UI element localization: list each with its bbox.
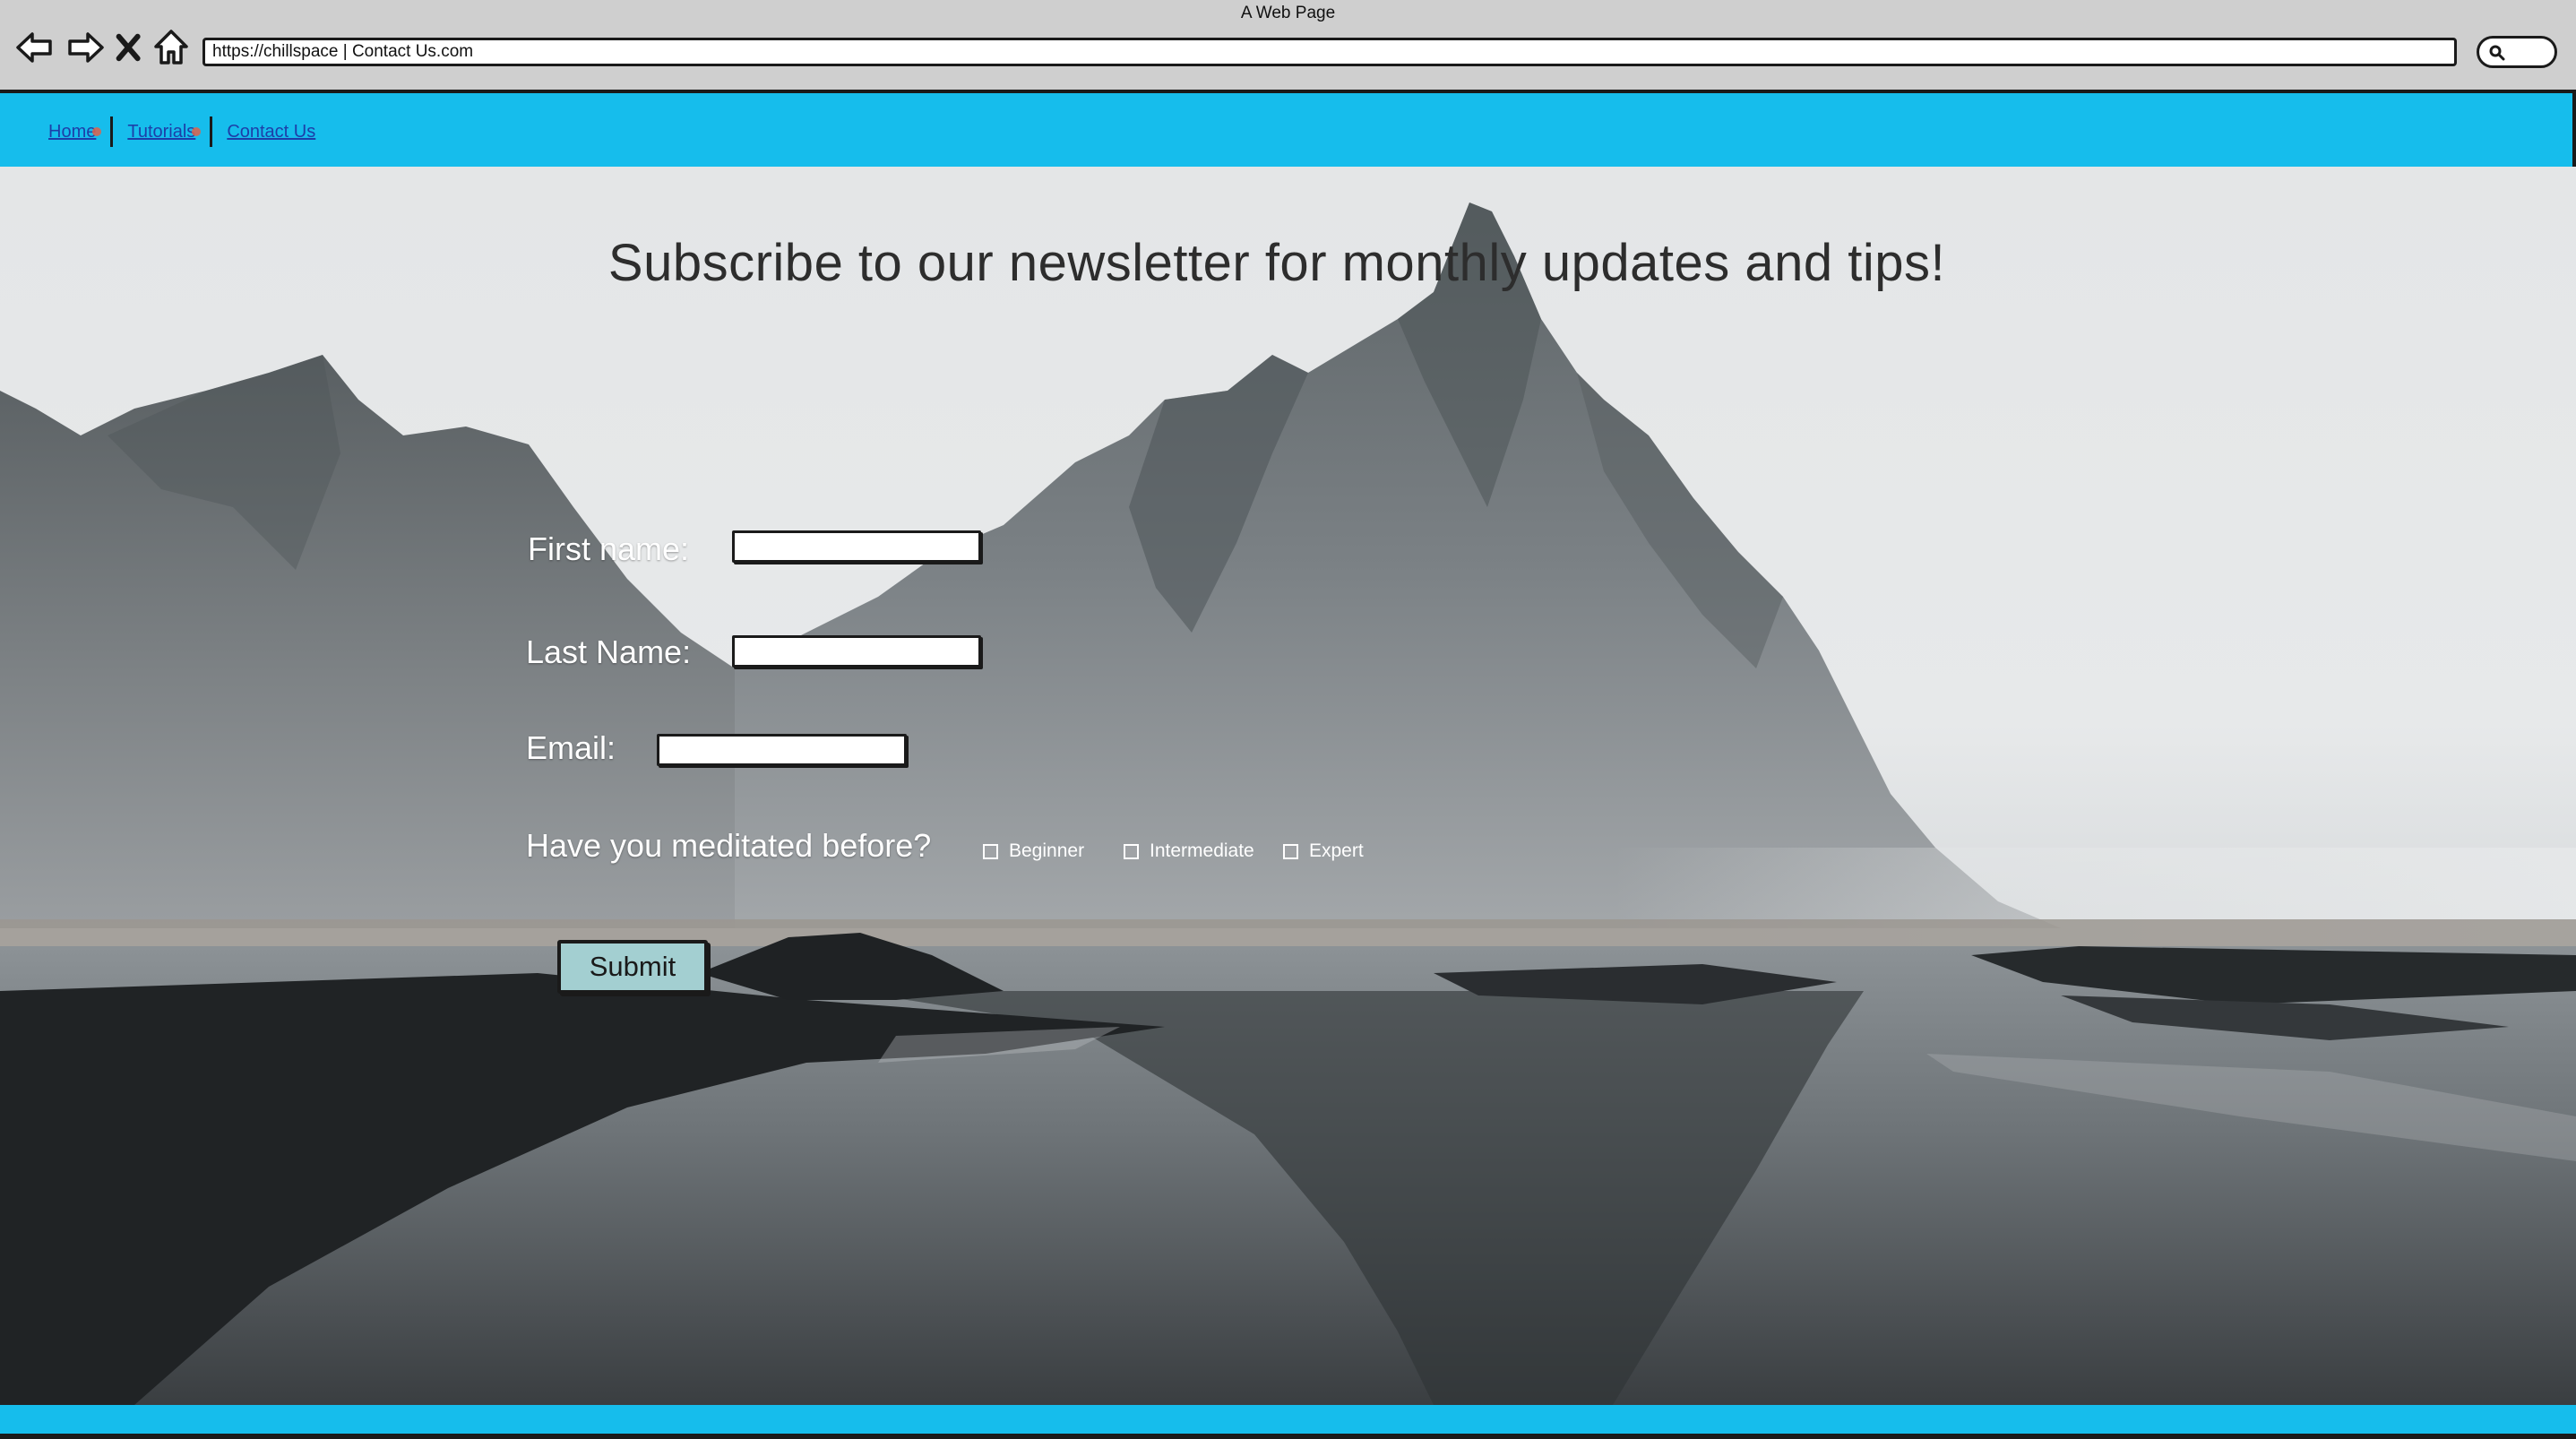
address-bar[interactable]: https://chillspace | Contact Us.com (202, 38, 2457, 66)
browser-search-box[interactable] (2477, 36, 2557, 68)
back-arrow-icon[interactable] (14, 27, 56, 68)
first-name-label: First name: (528, 530, 690, 567)
expert-label: Expert (1309, 840, 1364, 861)
meditation-question: Have you meditated before? (526, 827, 932, 864)
email-label: Email: (526, 729, 616, 766)
site-footer-bar (0, 1405, 2576, 1439)
home-icon[interactable] (151, 27, 192, 68)
intermediate-label: Intermediate (1150, 840, 1254, 861)
page-headline: Subscribe to our newsletter for monthly … (607, 234, 1946, 292)
cursor-dot-icon (192, 126, 202, 136)
checkbox-icon[interactable] (1283, 843, 1298, 859)
nav-divider (110, 116, 114, 147)
window-title: A Web Page (1240, 4, 1336, 22)
site-nav-bar: Home Tutorials Contact Us (0, 93, 2576, 167)
intermediate-checkbox[interactable]: Intermediate (1124, 840, 1254, 862)
checkbox-icon[interactable] (983, 843, 998, 859)
nav-link-home[interactable]: Home (45, 122, 102, 142)
search-icon (2489, 45, 2505, 61)
beginner-label: Beginner (1009, 840, 1085, 861)
close-x-icon[interactable] (111, 27, 147, 68)
nav-links: Home Tutorials Contact Us (45, 116, 319, 147)
first-name-input[interactable] (732, 530, 981, 563)
nav-link-tutorials[interactable]: Tutorials (124, 122, 202, 142)
newsletter-hero: Subscribe to our newsletter for monthly … (0, 167, 2576, 1405)
nav-link-contact-us[interactable]: Contact Us (223, 122, 319, 142)
cursor-dot-icon (92, 126, 102, 136)
browser-toolbar: A Web Page https://chillspace | Contact … (0, 0, 2576, 93)
forward-arrow-icon[interactable] (65, 27, 106, 68)
beginner-checkbox[interactable]: Beginner (983, 840, 1084, 862)
checkbox-icon[interactable] (1124, 843, 1139, 859)
email-input[interactable] (657, 734, 907, 766)
submit-button[interactable]: Submit (557, 940, 708, 994)
browser-window: A Web Page https://chillspace | Contact … (0, 0, 2576, 1439)
last-name-label: Last Name: (526, 633, 692, 670)
expert-checkbox[interactable]: Expert (1283, 840, 1364, 862)
mountain-landscape-image (0, 167, 2576, 1405)
nav-divider (210, 116, 213, 147)
last-name-input[interactable] (732, 635, 981, 668)
